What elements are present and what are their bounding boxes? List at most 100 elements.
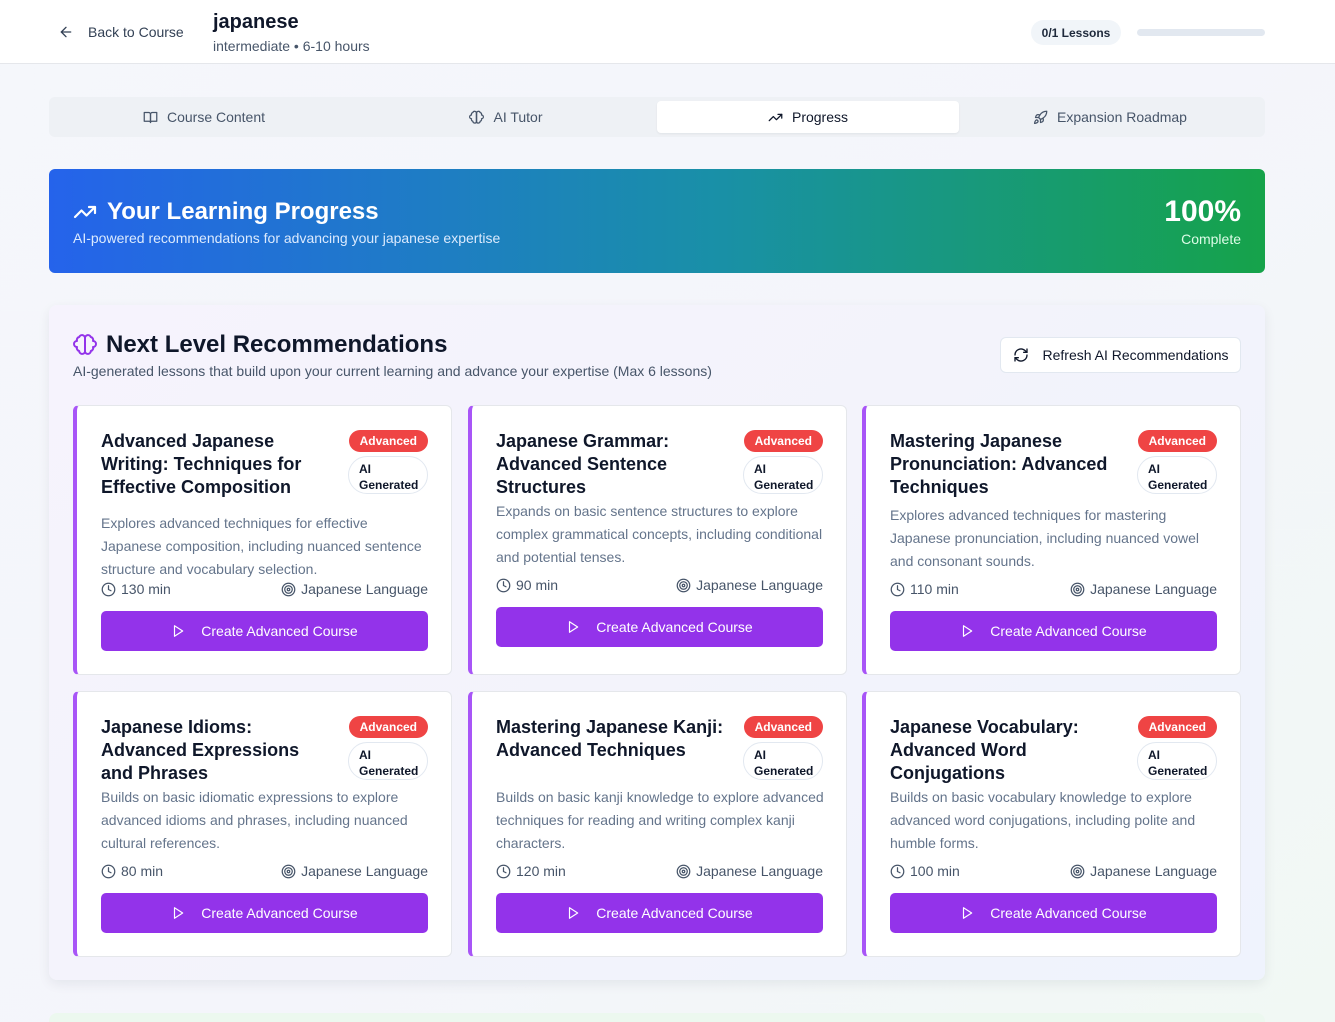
card-title: Advanced Japanese Writing: Techniques fo… [101, 431, 302, 497]
clock-icon [101, 582, 116, 596]
category-text: Japanese Language [1090, 863, 1217, 879]
learning-progress-banner: Your Learning Progress AI-powered recomm… [49, 169, 1265, 273]
duration-text: 90 min [516, 577, 559, 593]
tab-label: Expansion Roadmap [1057, 109, 1187, 125]
card-meta: 80 min Japanese Language [101, 861, 428, 881]
back-to-course-button[interactable]: Back to Course [58, 20, 184, 44]
target-icon [1070, 582, 1085, 596]
target-icon [281, 582, 296, 596]
tab-ai-tutor[interactable]: AI Tutor [355, 101, 657, 133]
refresh-recommendations-button[interactable]: Refresh AI Recommendations [1000, 337, 1241, 373]
tab-progress[interactable]: Progress [657, 101, 959, 133]
duration-text: 130 min [121, 581, 171, 597]
top-header: Back to Course japanese intermediate • 6… [0, 0, 1335, 64]
completion-percent: 100% [1164, 195, 1241, 228]
create-button-label: Create Advanced Course [201, 623, 358, 639]
tab-label: Course Content [166, 109, 266, 125]
create-advanced-course-button[interactable]: Create Advanced Course [101, 893, 428, 933]
category-text: Japanese Language [696, 863, 823, 879]
duration: 100 min [890, 863, 960, 879]
create-button-label: Create Advanced Course [990, 623, 1147, 639]
tab-course-content[interactable]: Course Content [53, 101, 355, 133]
duration: 120 min [496, 863, 566, 879]
recommendation-card: Japanese Idioms: Advanced Expressions an… [73, 691, 452, 957]
play-icon [569, 907, 579, 919]
refresh-icon [1013, 348, 1028, 362]
category: Japanese Language [1070, 863, 1217, 879]
duration-text: 100 min [910, 863, 960, 879]
target-icon [1070, 864, 1085, 878]
card-title: Mastering Japanese Pronunciation: Advanc… [890, 431, 1108, 497]
category-text: Japanese Language [1090, 581, 1217, 597]
refresh-label: Refresh AI Recommendations [1042, 347, 1229, 363]
tab-bar: Course Content AI Tutor Progress Expansi… [49, 97, 1265, 137]
card-meta: 120 min Japanese Language [496, 861, 823, 881]
brain-icon [469, 110, 485, 124]
card-meta: 130 min Japanese Language [101, 579, 428, 599]
create-advanced-course-button[interactable]: Create Advanced Course [101, 611, 428, 651]
ai-generated-badge: AI Generated [1137, 742, 1217, 780]
create-button-label: Create Advanced Course [201, 905, 358, 921]
recommendation-cards: Advanced Japanese Writing: Techniques fo… [73, 405, 1241, 957]
tab-expansion-roadmap[interactable]: Expansion Roadmap [959, 101, 1261, 133]
card-description: Explores advanced techniques for masteri… [890, 507, 1199, 569]
card-meta: 100 min Japanese Language [890, 861, 1217, 881]
level-badge: Advanced [348, 716, 428, 738]
clock-icon [496, 578, 511, 592]
level-badge: Advanced [1137, 430, 1217, 452]
course-meta: intermediate • 6-10 hours [213, 38, 370, 54]
create-button-label: Create Advanced Course [990, 905, 1147, 921]
card-title: Mastering Japanese Kanji: Advanced Techn… [496, 717, 724, 760]
duration: 110 min [890, 581, 959, 597]
card-meta: 110 min Japanese Language [890, 579, 1217, 599]
card-description: Builds on basic vocabulary knowledge to … [890, 789, 1196, 851]
completion-label: Complete [1181, 231, 1241, 247]
recommendations-panel: Next Level Recommendations AI-generated … [49, 305, 1265, 980]
duration: 130 min [101, 581, 171, 597]
duration-text: 120 min [516, 863, 566, 879]
play-icon [963, 907, 973, 919]
category: Japanese Language [1070, 581, 1217, 597]
card-title: Japanese Vocabulary: Advanced Word Conju… [890, 717, 1079, 783]
clock-icon [890, 582, 905, 596]
brain-icon [73, 334, 97, 355]
recommendation-card: Japanese Vocabulary: Advanced Word Conju… [862, 691, 1241, 957]
clock-icon [101, 864, 116, 878]
play-icon [569, 621, 579, 633]
ai-generated-badge: AI Generated [1137, 456, 1217, 494]
banner-subtitle: AI-powered recommendations for advancing… [73, 230, 501, 246]
next-section-panel [49, 1013, 1265, 1022]
recommendations-subtitle: AI-generated lessons that build upon you… [73, 363, 712, 379]
trending-up-icon [768, 113, 783, 121]
level-badge: Advanced [743, 430, 823, 452]
play-icon [174, 907, 184, 919]
card-description: Expands on basic sentence structures to … [496, 503, 823, 565]
create-advanced-course-button[interactable]: Create Advanced Course [496, 607, 823, 647]
category: Japanese Language [281, 863, 428, 879]
card-description: Builds on basic kanji knowledge to explo… [496, 789, 824, 851]
target-icon [281, 864, 296, 878]
clock-icon [496, 864, 511, 878]
clock-icon [890, 864, 905, 878]
category-text: Japanese Language [696, 577, 823, 593]
duration: 80 min [101, 863, 163, 879]
recommendations-title-text: Next Level Recommendations [106, 331, 448, 358]
banner-title-text: Your Learning Progress [107, 198, 379, 225]
level-badge: Advanced [348, 430, 428, 452]
ai-generated-badge: AI Generated [348, 456, 428, 494]
create-advanced-course-button[interactable]: Create Advanced Course [890, 893, 1217, 933]
target-icon [676, 864, 691, 878]
ai-generated-badge: AI Generated [743, 456, 823, 494]
create-advanced-course-button[interactable]: Create Advanced Course [496, 893, 823, 933]
book-open-icon [143, 111, 158, 123]
card-title: Japanese Idioms: Advanced Expressions an… [101, 717, 300, 783]
lessons-count-badge: 0/1 Lessons [1031, 20, 1121, 45]
card-meta: 90 min Japanese Language [496, 575, 823, 595]
trending-up-icon [73, 205, 97, 219]
card-description: Builds on basic idiomatic expressions to… [101, 789, 408, 851]
tab-label: Progress [791, 109, 849, 125]
back-label: Back to Course [88, 24, 184, 40]
category: Japanese Language [676, 577, 823, 593]
create-advanced-course-button[interactable]: Create Advanced Course [890, 611, 1217, 651]
create-button-label: Create Advanced Course [596, 619, 753, 635]
